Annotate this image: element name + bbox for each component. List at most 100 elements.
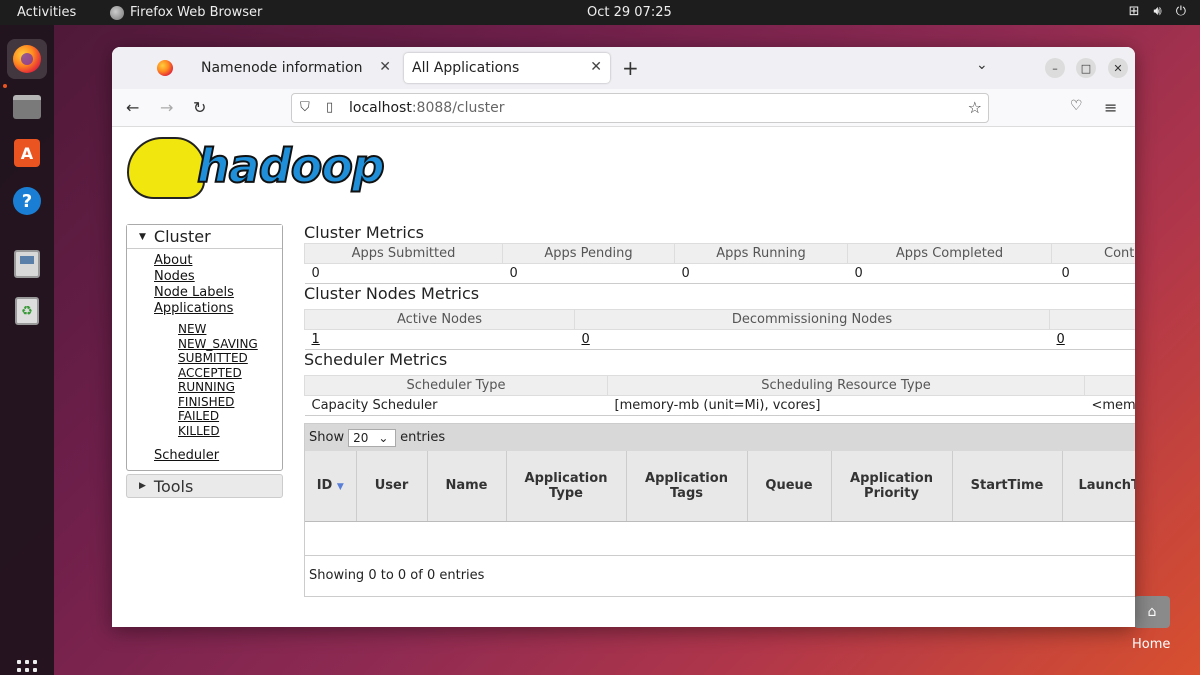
cluster-panel-header[interactable]: ▼ Cluster: [127, 225, 282, 249]
decommissioning-nodes-link[interactable]: 0: [582, 332, 590, 347]
page-info-icon[interactable]: ▯: [326, 100, 333, 115]
table-cell: 1: [304, 329, 575, 350]
sidebar-link-scheduler[interactable]: Scheduler: [154, 448, 282, 464]
column-label: ID: [316, 478, 333, 494]
sidebar-link-applications[interactable]: Applications: [154, 301, 282, 317]
nav-bar: ← → ↻ ⛉ ▯ localhost:8088/cluster ☆ ♡ ≡: [112, 89, 1135, 127]
sidebar-link-node-labels[interactable]: Node Labels: [154, 285, 282, 301]
home-folder-label[interactable]: Home: [1132, 637, 1170, 652]
tools-panel-title: Tools: [153, 476, 194, 496]
activities-button[interactable]: Activities: [17, 5, 76, 20]
dock-disk[interactable]: [7, 244, 47, 284]
sidebar-link-new[interactable]: NEW: [178, 322, 282, 337]
sidebar-link-submitted[interactable]: SUBMITTED: [178, 351, 282, 366]
table-cell: [memory-mb (unit=Mi), vcores]: [607, 395, 1085, 416]
table-header: Apps Running: [674, 243, 848, 264]
menu-icon[interactable]: ≡: [1104, 98, 1117, 117]
close-window-icon[interactable]: ✕: [1108, 58, 1128, 78]
page-content: hadoop ▼ Cluster About Nodes Node Labels…: [112, 127, 1135, 627]
firefox-icon: [13, 45, 41, 73]
table-header: Active Nodes: [304, 309, 575, 330]
table-header: Cont: [1051, 243, 1135, 264]
volume-icon: 🔊︎: [1153, 4, 1162, 19]
entries-label: entries: [400, 430, 446, 445]
empty-table-row: [305, 522, 1135, 556]
table-cell: 0: [1051, 263, 1135, 284]
sort-desc-icon: ▼: [336, 482, 344, 493]
column-header-launchtime[interactable]: LaunchT: [1062, 451, 1135, 522]
dock-app-store[interactable]: A: [7, 133, 47, 173]
column-header-application-type[interactable]: Application Type: [506, 451, 627, 522]
table-cell: 0: [304, 263, 503, 284]
table-header-row: Apps Submitted Apps Pending Apps Running…: [304, 243, 1135, 264]
sidebar-link-failed[interactable]: FAILED: [178, 409, 282, 424]
disk-icon: [14, 250, 40, 278]
sidebar-link-finished[interactable]: FINISHED: [178, 395, 282, 410]
table-header: Scheduler Type: [304, 375, 608, 396]
column-header-application-tags[interactable]: Application Tags: [626, 451, 748, 522]
column-header-starttime[interactable]: StartTime: [952, 451, 1063, 522]
app-menu[interactable]: Firefox Web Browser: [110, 5, 262, 20]
dock-firefox[interactable]: [7, 39, 47, 79]
help-icon: ?: [13, 187, 41, 215]
hadoop-logo[interactable]: hadoop: [127, 135, 407, 205]
list-tabs-icon[interactable]: ⌄: [976, 57, 988, 73]
close-tab-icon[interactable]: ✕: [590, 59, 602, 75]
cluster-panel: ▼ Cluster About Nodes Node Labels Applic…: [126, 224, 283, 471]
firefox-view-icon[interactable]: [157, 60, 173, 76]
active-nodes-link[interactable]: 1: [312, 332, 320, 347]
tools-panel-header[interactable]: ▶ Tools: [126, 474, 283, 498]
minimize-icon[interactable]: –: [1045, 58, 1065, 78]
column-header-queue[interactable]: Queue: [747, 451, 832, 522]
back-icon[interactable]: ←: [126, 98, 139, 117]
sidebar-link-nodes[interactable]: Nodes: [154, 269, 282, 285]
maximize-icon[interactable]: □: [1076, 58, 1096, 78]
table-header-row: Scheduler Type Scheduling Resource Type: [304, 375, 1135, 396]
scheduler-metrics-title: Scheduler Metrics: [304, 350, 448, 369]
elephant-icon: [127, 137, 205, 199]
metrics-area: Cluster Metrics Apps Submitted Apps Pend…: [304, 223, 1135, 416]
system-top-bar: Activities Firefox Web Browser Oct 29 07…: [0, 0, 1200, 25]
column-header-id[interactable]: ID ▼: [305, 451, 357, 522]
dock-help[interactable]: ?: [7, 181, 47, 221]
cluster-metrics-table: Apps Submitted Apps Pending Apps Running…: [304, 243, 1135, 284]
tab-label: All Applications: [412, 60, 520, 76]
home-folder-icon[interactable]: ⌂: [1134, 596, 1170, 628]
table-cell: 0: [847, 263, 1052, 284]
sidebar-link-killed[interactable]: KILLED: [178, 424, 282, 439]
caret-right-icon: ▶: [139, 481, 146, 491]
tab-all-applications[interactable]: All Applications ✕: [404, 53, 610, 83]
bookmark-star-icon[interactable]: ☆: [968, 98, 982, 117]
sidebar-link-accepted[interactable]: ACCEPTED: [178, 366, 282, 381]
column-header-user[interactable]: User: [356, 451, 428, 522]
url-text[interactable]: localhost:8088/cluster: [349, 100, 505, 116]
url-bar[interactable]: ⛉ ▯ localhost:8088/cluster ☆: [291, 93, 989, 123]
sidebar-link-new-saving[interactable]: NEW_SAVING: [178, 337, 282, 352]
dock-trash[interactable]: ♻: [7, 291, 47, 331]
sidebar-link-about[interactable]: About: [154, 253, 282, 269]
column-header-name[interactable]: Name: [427, 451, 507, 522]
show-apps-icon[interactable]: [17, 660, 37, 675]
sidebar-link-running[interactable]: RUNNING: [178, 380, 282, 395]
table-cell: 0: [574, 329, 1050, 350]
dock-files[interactable]: [7, 87, 47, 127]
reload-icon[interactable]: ↻: [193, 98, 206, 117]
applications-table: ID ▼ User Name Application Type Applicat…: [305, 451, 1135, 522]
close-tab-icon[interactable]: ✕: [379, 59, 391, 75]
forward-icon[interactable]: →: [160, 98, 173, 117]
shield-icon[interactable]: ⛉: [300, 100, 310, 115]
files-icon: [13, 95, 41, 119]
tab-namenode[interactable]: Namenode information ✕: [189, 53, 399, 83]
new-tab-icon[interactable]: +: [622, 56, 639, 80]
system-tray[interactable]: ⊞ 🔊︎ ⏻: [1129, 4, 1186, 19]
table-header: Apps Completed: [847, 243, 1052, 264]
nodes-metric-link[interactable]: 0: [1057, 332, 1065, 347]
cluster-metrics-title: Cluster Metrics: [304, 223, 424, 242]
table-info: Showing 0 to 0 of 0 entries: [309, 567, 485, 583]
table-header: Apps Submitted: [304, 243, 503, 264]
page-size-select[interactable]: 20 ⌄: [348, 428, 397, 447]
pocket-icon[interactable]: ♡: [1070, 98, 1083, 114]
clock[interactable]: Oct 29 07:25: [587, 5, 672, 20]
column-header-application-priority[interactable]: Application Priority: [831, 451, 953, 522]
url-path: :8088/cluster: [411, 100, 505, 116]
